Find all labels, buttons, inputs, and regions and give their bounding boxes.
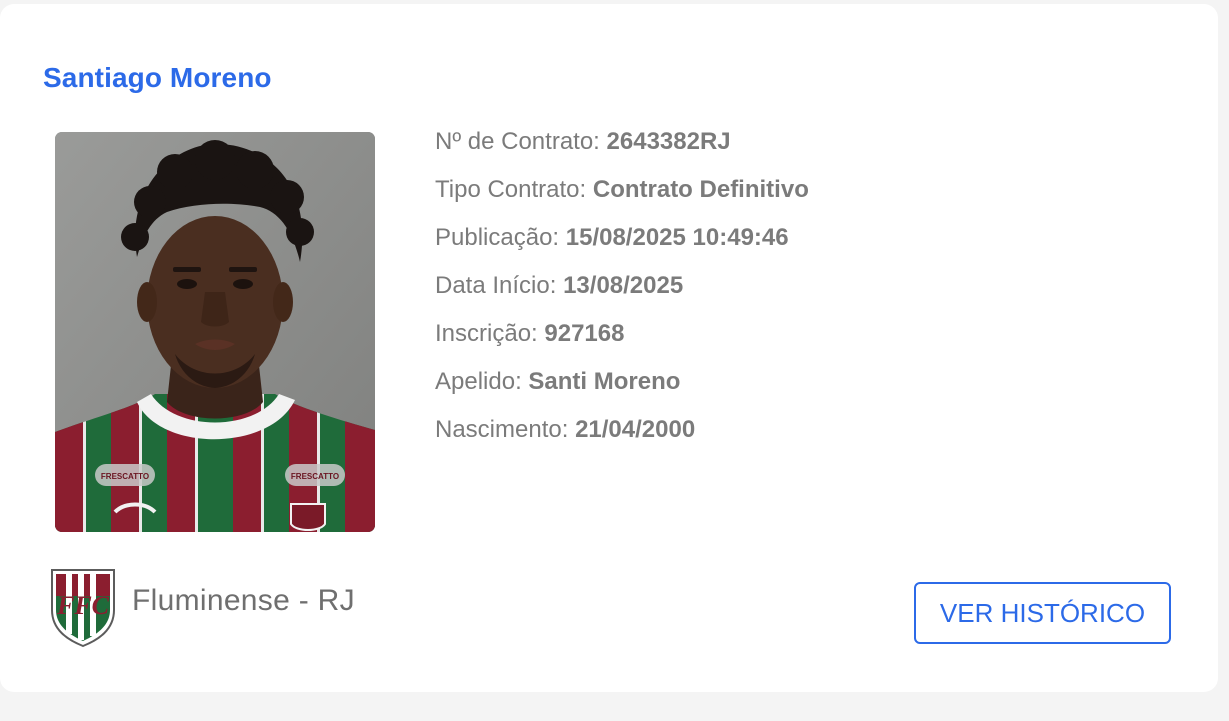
shirt-sponsor-left: FRESCATTO <box>101 472 149 481</box>
detail-contract-type: Tipo Contrato: Contrato Definitivo <box>435 176 809 203</box>
detail-nickname: Apelido: Santi Moreno <box>435 368 681 395</box>
svg-text:FFC: FFC <box>56 591 110 620</box>
fluminense-crest-icon: FFC <box>51 569 115 648</box>
detail-birth-date: Nascimento: 21/04/2000 <box>435 416 696 443</box>
detail-registration: Inscrição: 927168 <box>435 320 625 347</box>
player-photo: FRESCATTO FRESCATTO <box>55 132 375 532</box>
player-card: Santiago Moreno FRESCATTO FRESCATTO Nº d… <box>0 4 1218 692</box>
club-info: FFC Fluminense - RJ <box>48 566 355 648</box>
shirt-sponsor-right: FRESCATTO <box>291 472 339 481</box>
detail-publication: Publicação: 15/08/2025 10:49:46 <box>435 224 789 251</box>
detail-contract-number: Nº de Contrato: 2643382RJ <box>435 128 731 155</box>
contract-details: Nº de Contrato: 2643382RJ Tipo Contrato:… <box>435 122 809 458</box>
detail-start-date: Data Início: 13/08/2025 <box>435 272 684 299</box>
club-name: Fluminense - RJ <box>132 584 355 617</box>
view-history-button[interactable]: VER HISTÓRICO <box>914 582 1171 644</box>
player-name: Santiago Moreno <box>43 62 272 93</box>
